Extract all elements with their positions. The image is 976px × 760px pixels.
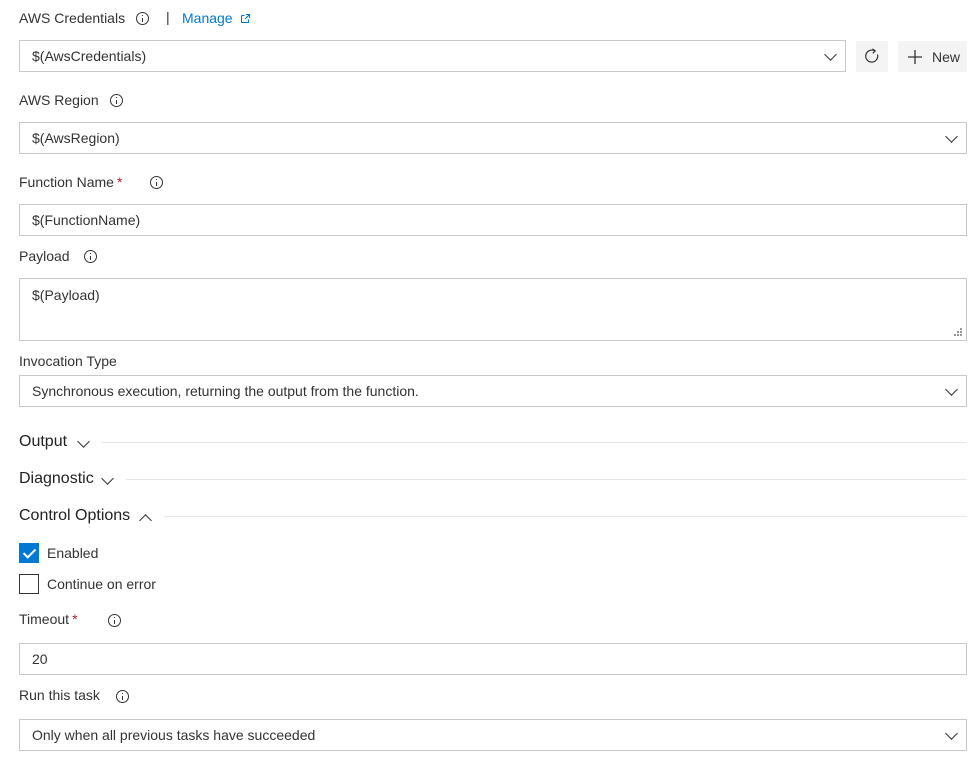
continue-on-error-checkbox[interactable] bbox=[19, 574, 39, 594]
function-name-input[interactable]: $(FunctionName) bbox=[19, 204, 967, 236]
enabled-label: Enabled bbox=[47, 545, 99, 561]
external-link-icon bbox=[241, 13, 251, 24]
timeout-value: 20 bbox=[32, 651, 48, 667]
invocation-type-label: Invocation Type bbox=[19, 353, 117, 369]
required-marker: * bbox=[72, 611, 78, 627]
new-button[interactable]: New bbox=[898, 41, 967, 72]
separator: | bbox=[166, 9, 170, 25]
task-settings-panel: AWS Credentials | Manage $(AwsCredential… bbox=[0, 0, 976, 760]
required-marker: * bbox=[116, 174, 123, 190]
control-options-section-header[interactable]: Control Options bbox=[19, 506, 159, 528]
timeout-label: Timeout * bbox=[19, 611, 78, 627]
chevron-down-icon bbox=[101, 472, 114, 485]
continue-on-error-row[interactable]: Continue on error bbox=[19, 574, 199, 594]
run-this-task-select[interactable]: Only when all previous tasks have succee… bbox=[19, 719, 967, 751]
aws-credentials-label: AWS Credentials bbox=[19, 10, 126, 26]
chevron-down-icon bbox=[945, 383, 958, 396]
info-icon[interactable] bbox=[84, 250, 97, 263]
info-icon[interactable] bbox=[108, 614, 121, 627]
enabled-checkbox[interactable] bbox=[19, 543, 39, 563]
chevron-down-icon bbox=[824, 48, 837, 61]
section-divider bbox=[164, 516, 967, 517]
aws-region-label: AWS Region bbox=[19, 92, 99, 108]
run-this-task-label: Run this task bbox=[19, 687, 100, 703]
output-section-header[interactable]: Output bbox=[19, 432, 99, 454]
timeout-label-text: Timeout bbox=[19, 611, 70, 627]
aws-credentials-select[interactable]: $(AwsCredentials) bbox=[19, 40, 846, 72]
invocation-type-value: Synchronous execution, returning the out… bbox=[32, 383, 419, 399]
manage-link[interactable]: Manage bbox=[182, 10, 251, 26]
info-icon[interactable] bbox=[136, 12, 149, 25]
chevron-down-icon bbox=[945, 130, 958, 143]
control-options-section-title: Control Options bbox=[19, 507, 131, 524]
continue-on-error-label: Continue on error bbox=[47, 576, 156, 592]
info-icon[interactable] bbox=[150, 176, 163, 189]
output-section-title: Output bbox=[19, 433, 68, 450]
refresh-icon bbox=[865, 48, 879, 63]
chevron-down-icon bbox=[77, 435, 90, 448]
enabled-checkbox-row[interactable]: Enabled bbox=[19, 543, 139, 563]
function-name-label: Function Name * bbox=[19, 174, 122, 190]
function-name-value: $(FunctionName) bbox=[32, 212, 141, 228]
invocation-type-select[interactable]: Synchronous execution, returning the out… bbox=[19, 375, 967, 407]
refresh-button[interactable] bbox=[856, 41, 888, 72]
resize-grip-icon[interactable] bbox=[953, 327, 963, 337]
payload-label: Payload bbox=[19, 248, 70, 264]
timeout-input[interactable]: 20 bbox=[19, 643, 967, 675]
section-divider bbox=[101, 442, 967, 443]
aws-region-select[interactable]: $(AwsRegion) bbox=[19, 122, 967, 154]
diagnostic-section-header[interactable]: Diagnostic bbox=[19, 469, 119, 491]
info-icon[interactable] bbox=[116, 690, 129, 703]
function-name-label-text: Function Name bbox=[19, 174, 114, 190]
chevron-up-icon bbox=[139, 514, 152, 527]
info-icon[interactable] bbox=[110, 94, 123, 107]
new-button-label: New bbox=[932, 48, 961, 65]
plus-icon bbox=[908, 49, 922, 64]
section-divider bbox=[126, 479, 967, 480]
chevron-down-icon bbox=[945, 727, 958, 740]
run-this-task-value: Only when all previous tasks have succee… bbox=[32, 727, 316, 743]
payload-textarea[interactable]: $(Payload) bbox=[19, 278, 967, 341]
aws-credentials-value: $(AwsCredentials) bbox=[32, 48, 147, 64]
aws-region-value: $(AwsRegion) bbox=[32, 130, 120, 146]
payload-value: $(Payload) bbox=[32, 287, 100, 303]
diagnostic-section-title: Diagnostic bbox=[19, 470, 94, 487]
manage-link-label: Manage bbox=[182, 10, 233, 26]
